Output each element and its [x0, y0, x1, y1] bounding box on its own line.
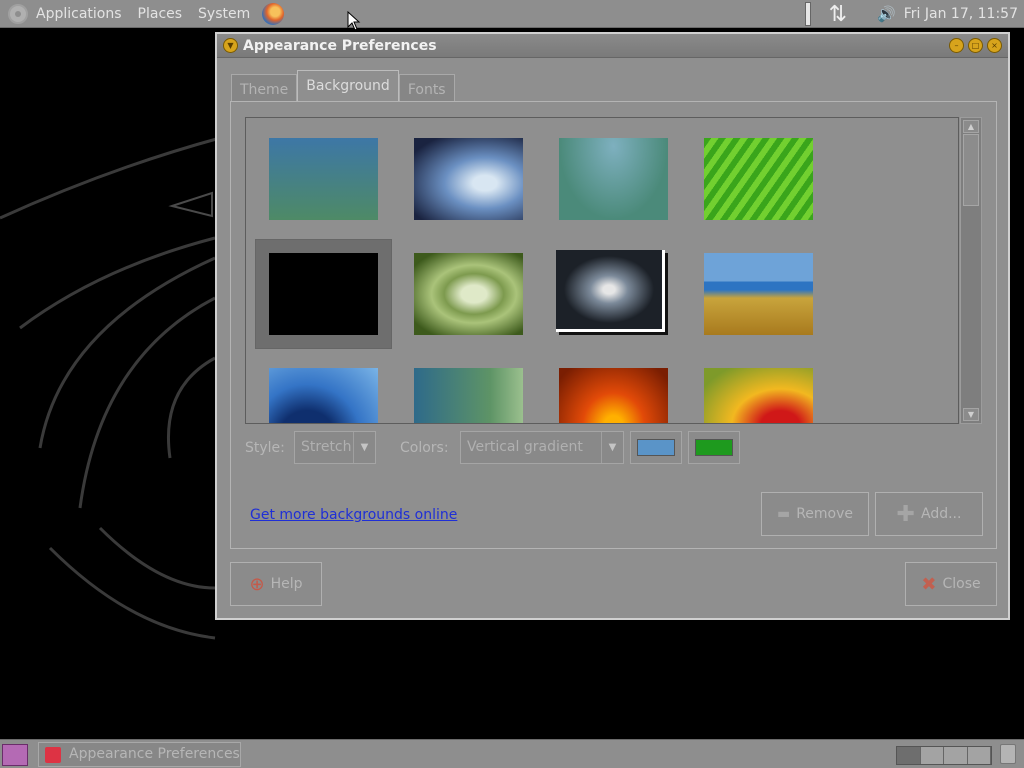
secondary-color-swatch [695, 439, 733, 456]
window-menu-icon[interactable]: ▼ [223, 38, 238, 53]
minus-icon: ▬ [776, 506, 791, 522]
panel-separator [804, 2, 811, 26]
tab-theme[interactable]: Theme [231, 74, 298, 102]
wallpaper-thumbnail[interactable] [414, 368, 523, 423]
colors-value: Vertical gradient [467, 439, 583, 455]
menu-places[interactable]: Places [138, 6, 183, 22]
menu-applications[interactable]: Applications [36, 6, 122, 22]
wallpaper-thumbnail[interactable] [556, 250, 665, 332]
wallpaper-gallery[interactable] [245, 117, 959, 424]
close-window-button[interactable]: × [987, 38, 1002, 53]
workspace-1[interactable] [897, 747, 921, 764]
top-panel: Applications Places System ⇅ 🔊 Fri Jan 1… [0, 0, 1024, 28]
colors-dropdown[interactable]: Vertical gradient ▼ [460, 431, 624, 464]
wallpaper-thumbnail[interactable] [269, 138, 378, 220]
secondary-color-button[interactable] [688, 431, 740, 464]
workspace-4[interactable] [967, 747, 991, 764]
scrollbar-thumb[interactable] [963, 134, 979, 206]
remove-button[interactable]: ▬ Remove [761, 492, 869, 536]
volume-icon[interactable]: 🔊 [877, 5, 896, 23]
close-x-icon: ✖ [921, 573, 937, 595]
wallpaper-thumbnail[interactable] [414, 253, 523, 335]
primary-color-button[interactable] [630, 431, 682, 464]
menu-system[interactable]: System [198, 6, 250, 22]
wallpaper-thumbnail-selected[interactable] [269, 253, 378, 335]
appearance-preferences-window: ▼ Appearance Preferences – □ × Theme Bac… [215, 32, 1010, 620]
distro-logo-icon[interactable] [8, 3, 28, 24]
remove-label: Remove [796, 506, 854, 522]
bottom-panel: Appearance Preferences [0, 739, 1024, 768]
wallpaper-thumbnail[interactable] [704, 138, 813, 220]
wallpaper-thumbnail[interactable] [704, 368, 813, 423]
clock[interactable]: Fri Jan 17, 11:57 [904, 6, 1018, 22]
workspace-3[interactable] [944, 747, 968, 764]
wallpaper-thumbnail[interactable] [559, 368, 668, 423]
wallpaper-thumbnail[interactable] [704, 253, 813, 335]
wallpaper-thumbnail[interactable] [559, 138, 668, 220]
workspace-2[interactable] [920, 747, 944, 764]
scroll-up-arrow-icon[interactable]: ▲ [963, 120, 979, 133]
style-label: Style: [245, 440, 285, 456]
mouse-cursor-icon [347, 11, 361, 31]
gallery-scrollbar[interactable]: ▲ ▼ [960, 117, 982, 424]
add-button[interactable]: ✚ Add... [875, 492, 983, 536]
wallpaper-thumbnail[interactable] [414, 138, 523, 220]
lifebuoy-icon: ⊕ [249, 573, 265, 595]
firefox-icon[interactable] [262, 2, 285, 25]
window-title: Appearance Preferences [243, 37, 437, 54]
close-label: Close [942, 576, 981, 592]
show-desktop-icon[interactable] [2, 744, 28, 766]
help-button[interactable]: ⊕ Help [230, 562, 322, 606]
trash-icon[interactable] [1000, 744, 1016, 764]
close-button[interactable]: ✖ Close [905, 562, 997, 606]
plus-icon: ✚ [896, 501, 915, 527]
add-label: Add... [920, 506, 962, 522]
appearance-app-icon [45, 747, 61, 763]
wallpaper-thumbnail[interactable] [269, 368, 378, 423]
workspace-switcher[interactable] [896, 746, 992, 765]
help-label: Help [270, 576, 303, 592]
background-tab-page: ▲ ▼ Style: Stretch ▼ Colors: Vertical gr… [230, 101, 997, 549]
network-icon[interactable]: ⇅ [829, 2, 848, 27]
maximize-button[interactable]: □ [968, 38, 983, 53]
tab-fonts[interactable]: Fonts [398, 74, 455, 102]
taskbar-window-label: Appearance Preferences [69, 746, 240, 762]
colors-label: Colors: [400, 440, 449, 456]
window-titlebar[interactable]: ▼ Appearance Preferences – □ × [217, 34, 1008, 58]
style-dropdown[interactable]: Stretch ▼ [294, 431, 376, 464]
taskbar-window-button[interactable]: Appearance Preferences [38, 742, 241, 767]
minimize-button[interactable]: – [949, 38, 964, 53]
tab-bar: Theme Background Fonts [231, 70, 455, 102]
get-more-backgrounds-link[interactable]: Get more backgrounds online [250, 507, 457, 523]
chevron-down-icon: ▼ [353, 432, 375, 463]
style-value: Stretch [301, 439, 352, 455]
chevron-down-icon: ▼ [601, 432, 623, 463]
scroll-down-arrow-icon[interactable]: ▼ [963, 408, 979, 421]
tab-background[interactable]: Background [297, 70, 399, 102]
primary-color-swatch [637, 439, 675, 456]
